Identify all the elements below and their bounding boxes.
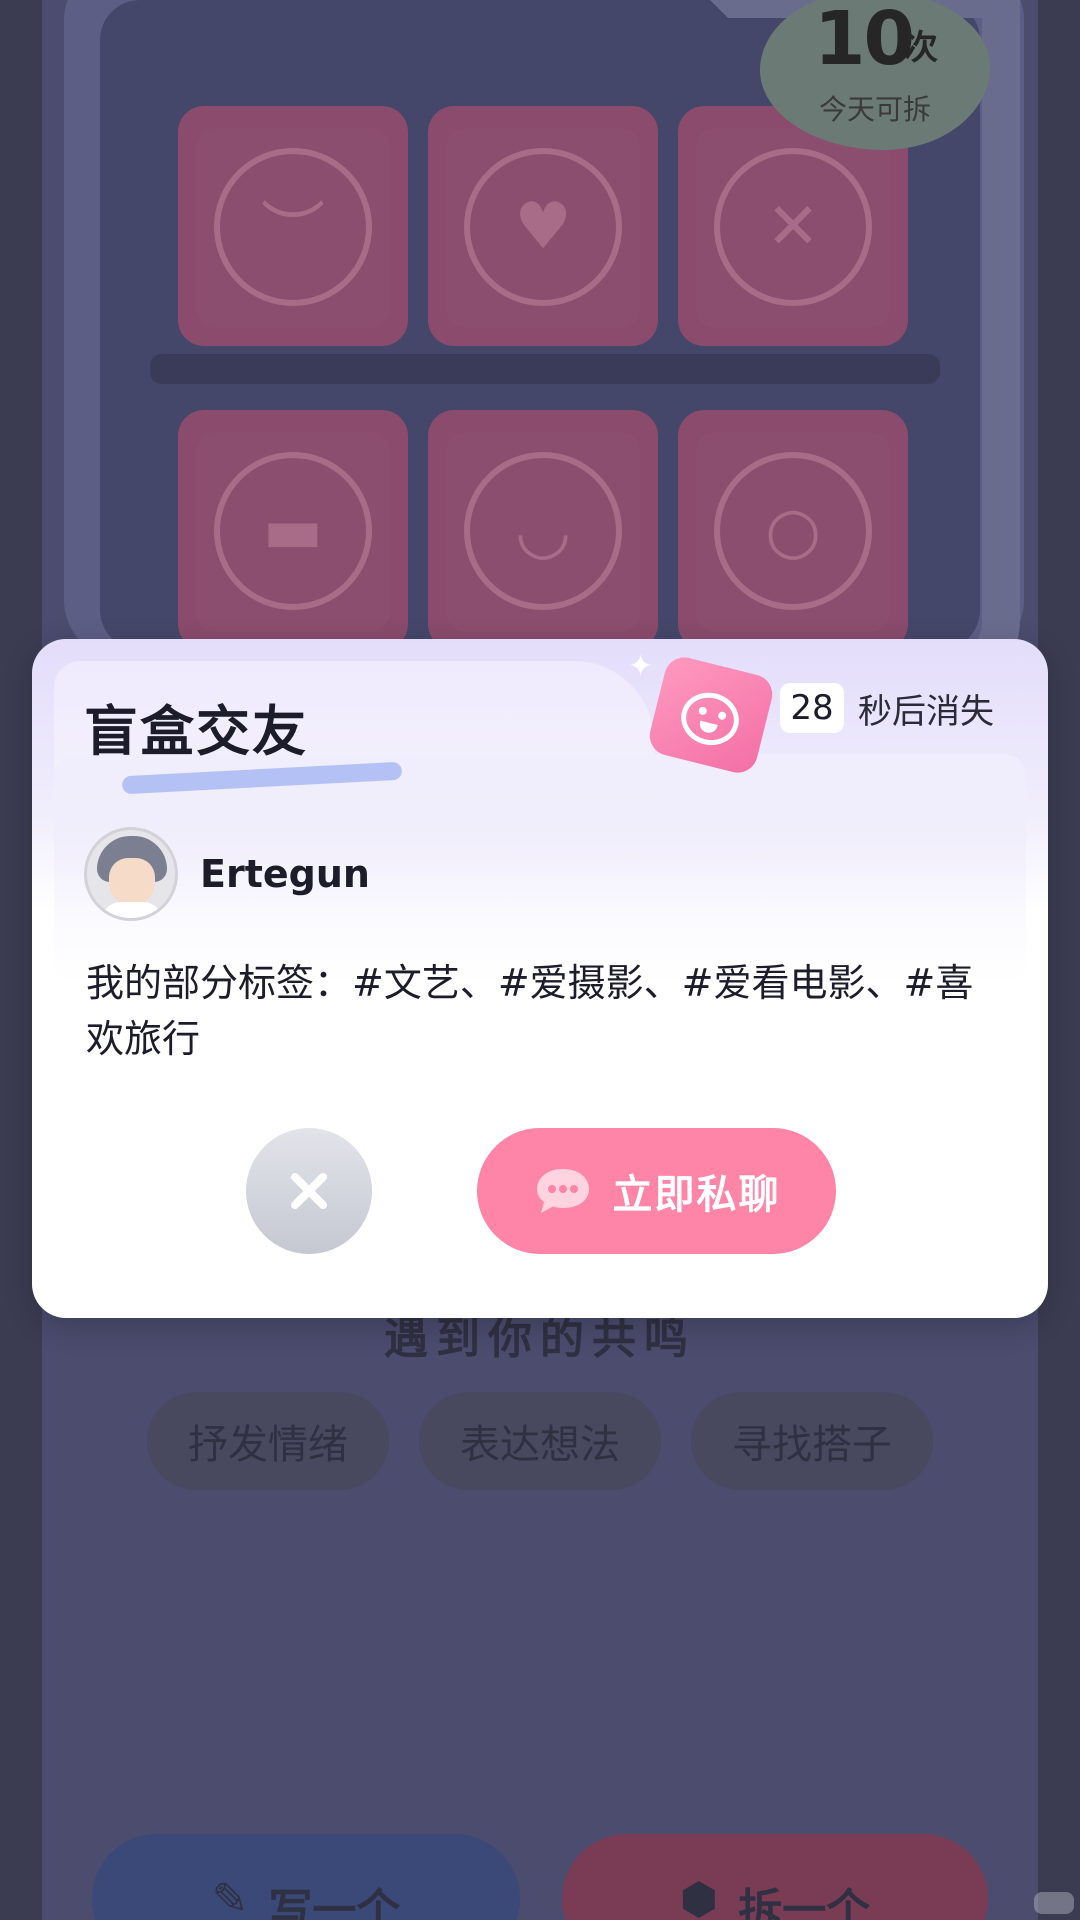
matched-user[interactable]: Ertegun <box>84 827 370 921</box>
heart-eyes-face-icon: ♥ <box>464 148 622 306</box>
chip-find-partner[interactable]: 寻找搭子 <box>691 1392 933 1490</box>
open-one-button[interactable]: ⬢ 拆一个 <box>562 1834 988 1920</box>
user-tags-text: 我的部分标签：#文艺、#爱摄影、#爱看电影、#喜欢旅行 <box>86 961 974 1061</box>
blind-box-heart-eyes[interactable]: ♥ <box>428 106 658 346</box>
sunglasses-face-icon: ▬ <box>214 452 372 610</box>
countdown-label: 秒后消失 <box>858 691 994 732</box>
grinning-face-icon: ◡ <box>464 452 622 610</box>
sparkle-icon: ✦ <box>628 649 654 684</box>
dialog-title: 盲盒交友 <box>84 700 308 763</box>
blind-box-match-dialog: 盲盒交友 ✦ 28 秒后消失 Ertegun 我的部分标签：#文艺、#爱摄影、#… <box>32 639 1048 1318</box>
watermark <box>1034 1892 1074 1914</box>
close-icon <box>291 1173 327 1209</box>
chip-express-emotion[interactable]: 抒发情绪 <box>147 1392 389 1490</box>
crying-face-icon: ︶ <box>214 148 372 306</box>
private-chat-label: 立即私聊 <box>612 1172 781 1218</box>
dizzy-face-icon: ✕ <box>714 148 872 306</box>
write-one-label: 写一个 <box>268 1885 401 1920</box>
chat-bubble-icon <box>536 1169 589 1213</box>
username: Ertegun <box>200 852 370 896</box>
open-one-label: 拆一个 <box>738 1885 871 1920</box>
avatar[interactable] <box>84 827 178 921</box>
blind-box-crying[interactable]: ︶ <box>178 106 408 346</box>
chip-express-ideas[interactable]: 表达想法 <box>419 1392 661 1490</box>
counter-unit: 次 <box>904 28 938 68</box>
counter-caption: 今天可拆 <box>818 93 931 126</box>
countdown-timer: 28 秒后消失 <box>780 683 994 733</box>
topic-chips: 抒发情绪 表达想法 寻找搭子 <box>0 1392 1080 1490</box>
blind-box-sunglasses[interactable]: ▬ <box>178 410 408 650</box>
surprised-face-icon: ○ <box>714 452 872 610</box>
blind-box-surprised[interactable]: ○ <box>678 410 908 650</box>
dialog-title-wrap: 盲盒交友 <box>84 687 403 795</box>
blind-box-grinning[interactable]: ◡ <box>428 410 658 650</box>
countdown-seconds: 28 <box>780 683 844 733</box>
box-icon: ⬢ <box>679 1874 719 1920</box>
write-one-button[interactable]: ✎ 写一个 <box>92 1834 520 1920</box>
machine-shelf <box>150 354 940 384</box>
dismiss-button[interactable] <box>246 1128 372 1254</box>
daily-open-counter: 10 次 今天可拆 <box>760 0 990 150</box>
private-chat-button[interactable]: 立即私聊 <box>477 1128 836 1254</box>
counter-number: 10 <box>814 0 915 82</box>
pencil-icon: ✎ <box>211 1874 249 1920</box>
